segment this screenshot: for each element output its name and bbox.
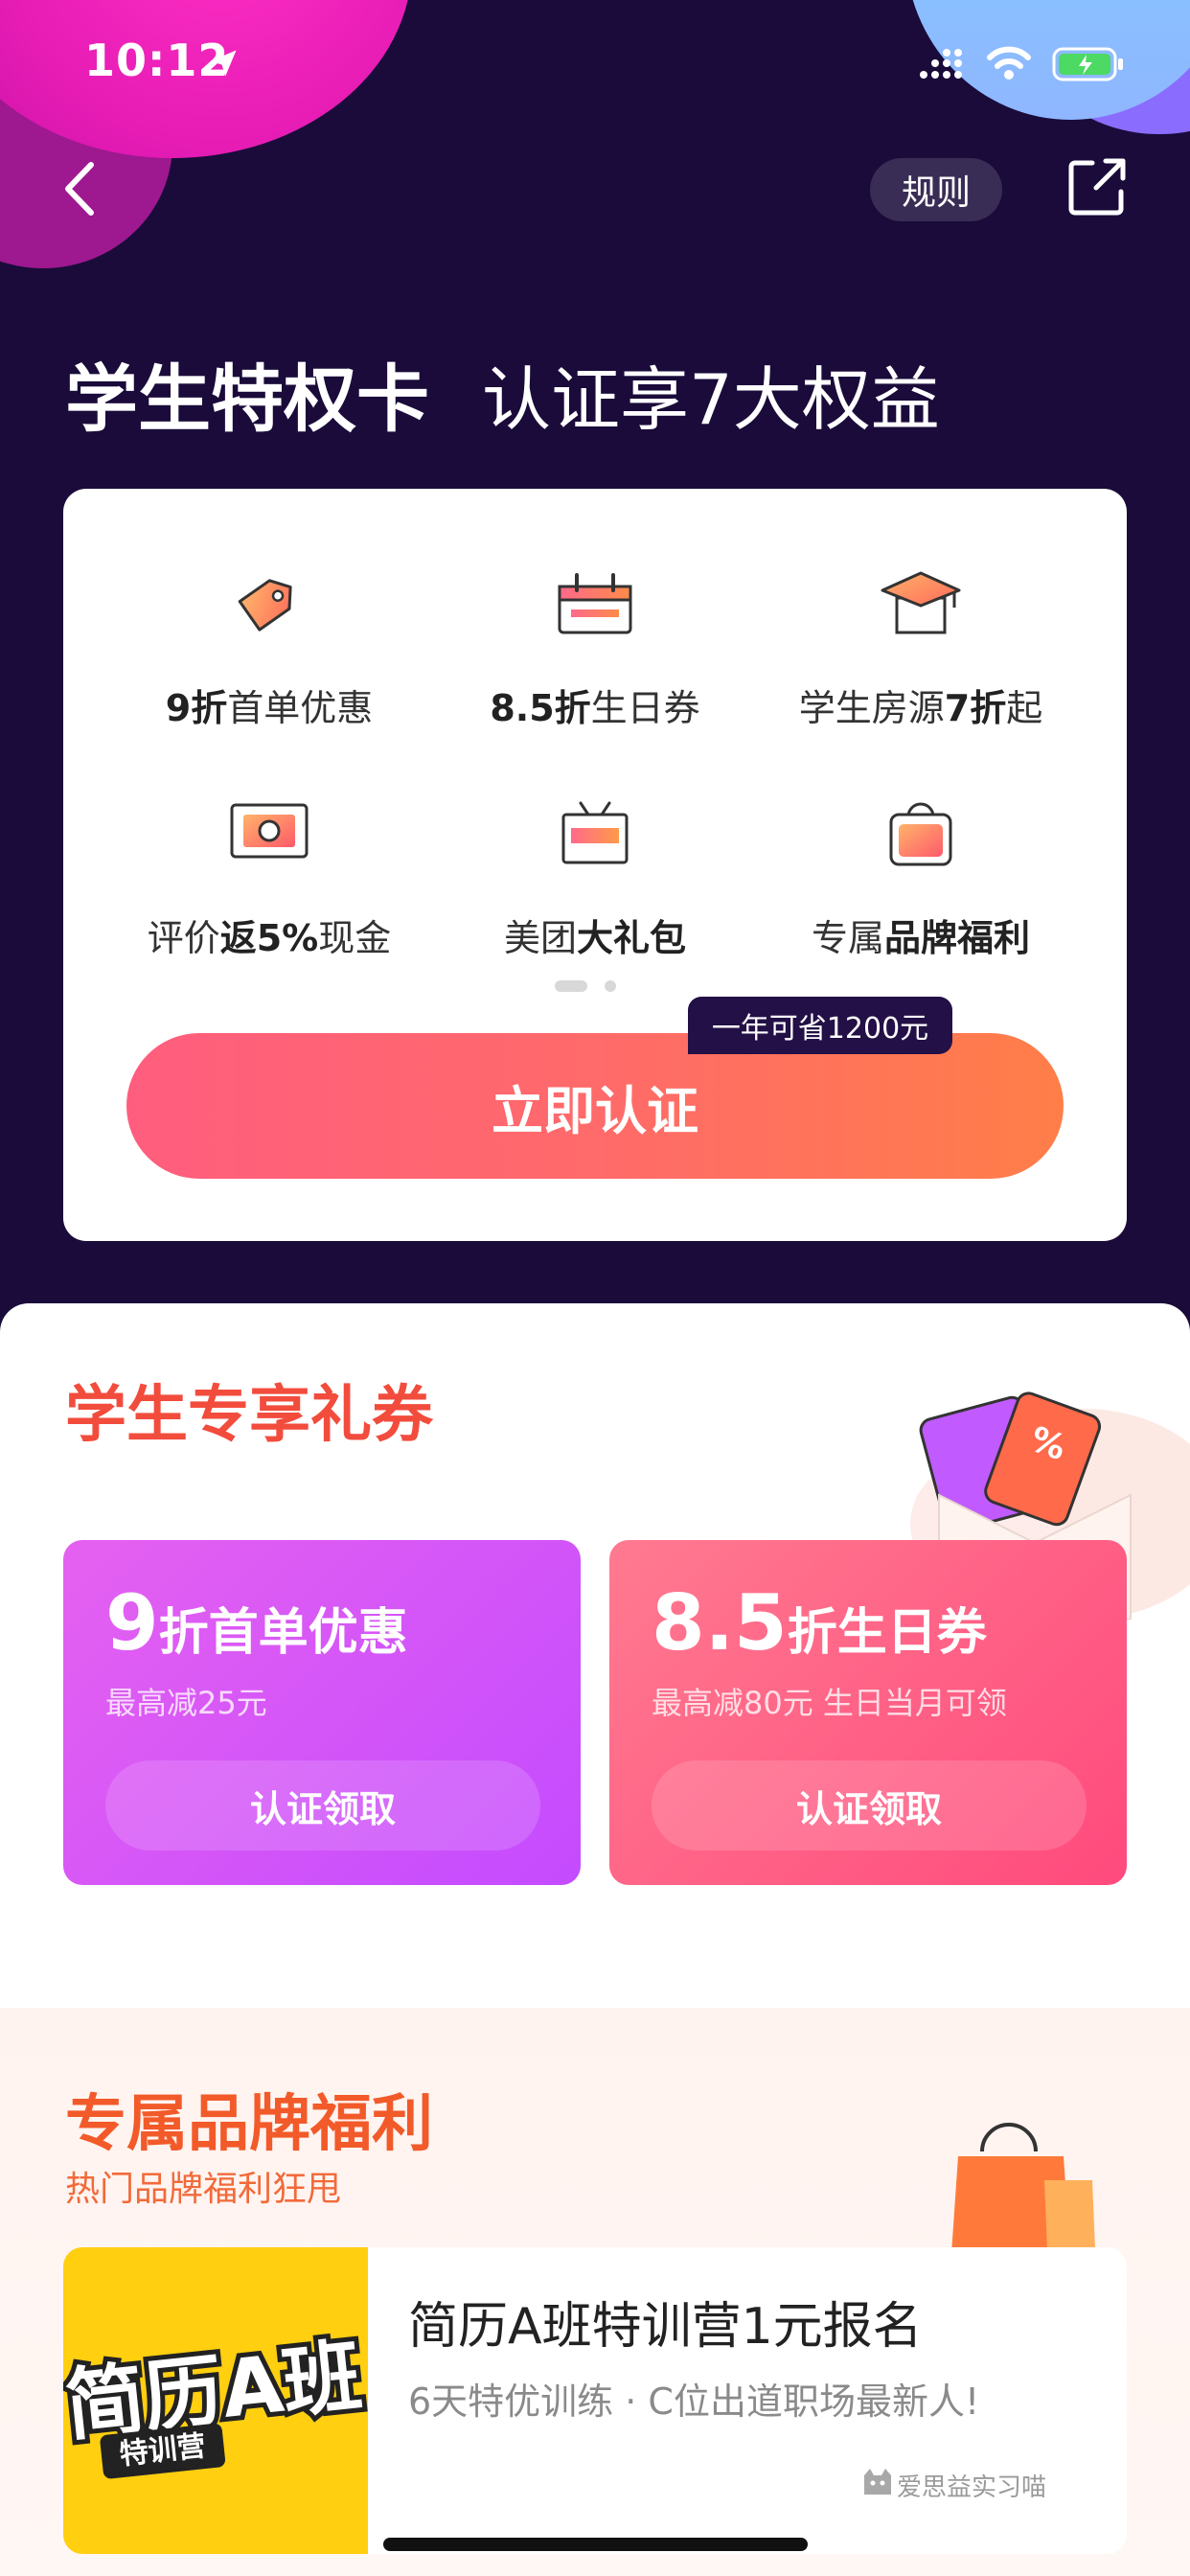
cellular-signal-icon: [920, 49, 962, 79]
tag-icon: [238, 579, 292, 632]
benefit-label: 专属品牌福利: [811, 917, 1031, 959]
wifi-icon: [987, 46, 1031, 80]
benefits-card: 9折首单优惠 8.5折生日券 学生房源7折起 评价返5%现金 美团大礼包 专属品…: [63, 489, 1127, 1241]
gift-box-icon: [561, 801, 629, 864]
brand-offer-desc: 6天特优训练 · C位出道职场最新人!: [408, 2380, 980, 2423]
coupon-card-first-order[interactable]: 9折首单优惠 最高减25元 认证领取: [63, 1540, 581, 1885]
benefit-item[interactable]: 学生房源7折起: [744, 564, 1098, 755]
benefit-label: 9折首单优惠: [165, 687, 374, 729]
benefit-label: 学生房源7折起: [798, 687, 1043, 729]
status-bar: 10:12: [0, 0, 1190, 129]
battery-icon: [1052, 47, 1123, 81]
page-indicator: [555, 980, 631, 994]
brand-benefits-section: 专属品牌福利 热门品牌福利狂甩 简历A班 特训营 简历A班特训营1元报名 6天特…: [0, 2008, 1190, 2576]
benefit-item[interactable]: 9折首单优惠: [92, 564, 446, 755]
coupon-card-birthday[interactable]: 8.5折生日券 最高减80元 生日当月可领 认证领取: [609, 1540, 1127, 1885]
cat-logo-icon: [864, 2469, 891, 2495]
section-title: 专属品牌福利: [65, 2089, 433, 2160]
home-indicator[interactable]: [383, 2538, 808, 2551]
location-arrow-icon: [210, 50, 237, 77]
benefit-item[interactable]: 8.5折生日券: [418, 564, 772, 755]
benefit-item[interactable]: 评价返5%现金: [92, 794, 446, 985]
shopping-bag-icon: [889, 802, 952, 866]
brand-source-label: 爱思益实习喵: [897, 2473, 1047, 2502]
section-subtitle: 热门品牌福利狂甩: [65, 2170, 342, 2209]
graduation-house-icon: [881, 571, 961, 634]
coupon-desc: 最高减25元: [105, 1685, 267, 1721]
brand-logo: 简历A班 特训营: [63, 2247, 371, 2554]
coupon-title: 9折首单优惠: [105, 1578, 408, 1668]
savings-tooltip: 一年可省1200元: [688, 997, 952, 1054]
benefit-item[interactable]: 美团大礼包: [418, 794, 772, 985]
cash-review-icon: [230, 803, 309, 859]
page-subtitle: 认证享7大权益: [482, 359, 940, 440]
page-dot: [605, 980, 616, 992]
coupon-title: 8.5折生日券: [652, 1578, 987, 1668]
student-card-page: 10:12 规则 学生特权卡 认证享7大权益 9折首单优惠 8.5折生日券 学生…: [0, 0, 1190, 2576]
section-title: 学生专享礼券: [65, 1380, 433, 1451]
benefit-item[interactable]: 专属品牌福利: [744, 794, 1098, 985]
page-dot-active: [555, 980, 587, 992]
back-button[interactable]: [53, 153, 110, 225]
brand-offer-card[interactable]: 简历A班 特训营 简历A班特训营1元报名 6天特优训练 · C位出道职场最新人!…: [63, 2247, 1127, 2554]
page-title: 学生特权卡: [65, 356, 429, 442]
benefit-label: 8.5折生日券: [490, 687, 700, 729]
claim-coupon-button[interactable]: 认证领取: [105, 1760, 540, 1851]
student-coupons-section: 学生专享礼券 % 9折首单优惠 最高减25元 认证领取 8.5折生日券 最高减8…: [0, 1303, 1190, 2012]
verify-now-button[interactable]: 立即认证: [126, 1033, 1064, 1179]
coupon-desc: 最高减80元 生日当月可领: [652, 1685, 1007, 1721]
resume-class-logo-icon: 简历A班 特训营: [63, 2326, 371, 2479]
claim-coupon-button[interactable]: 认证领取: [652, 1760, 1087, 1851]
benefit-label: 美团大礼包: [503, 917, 687, 959]
share-icon[interactable]: [1064, 153, 1131, 220]
benefit-label: 评价返5%现金: [147, 917, 392, 959]
brand-offer-title: 简历A班特训营1元报名: [408, 2298, 923, 2356]
rules-button[interactable]: 规则: [870, 158, 1002, 221]
calendar-icon: [558, 573, 632, 634]
